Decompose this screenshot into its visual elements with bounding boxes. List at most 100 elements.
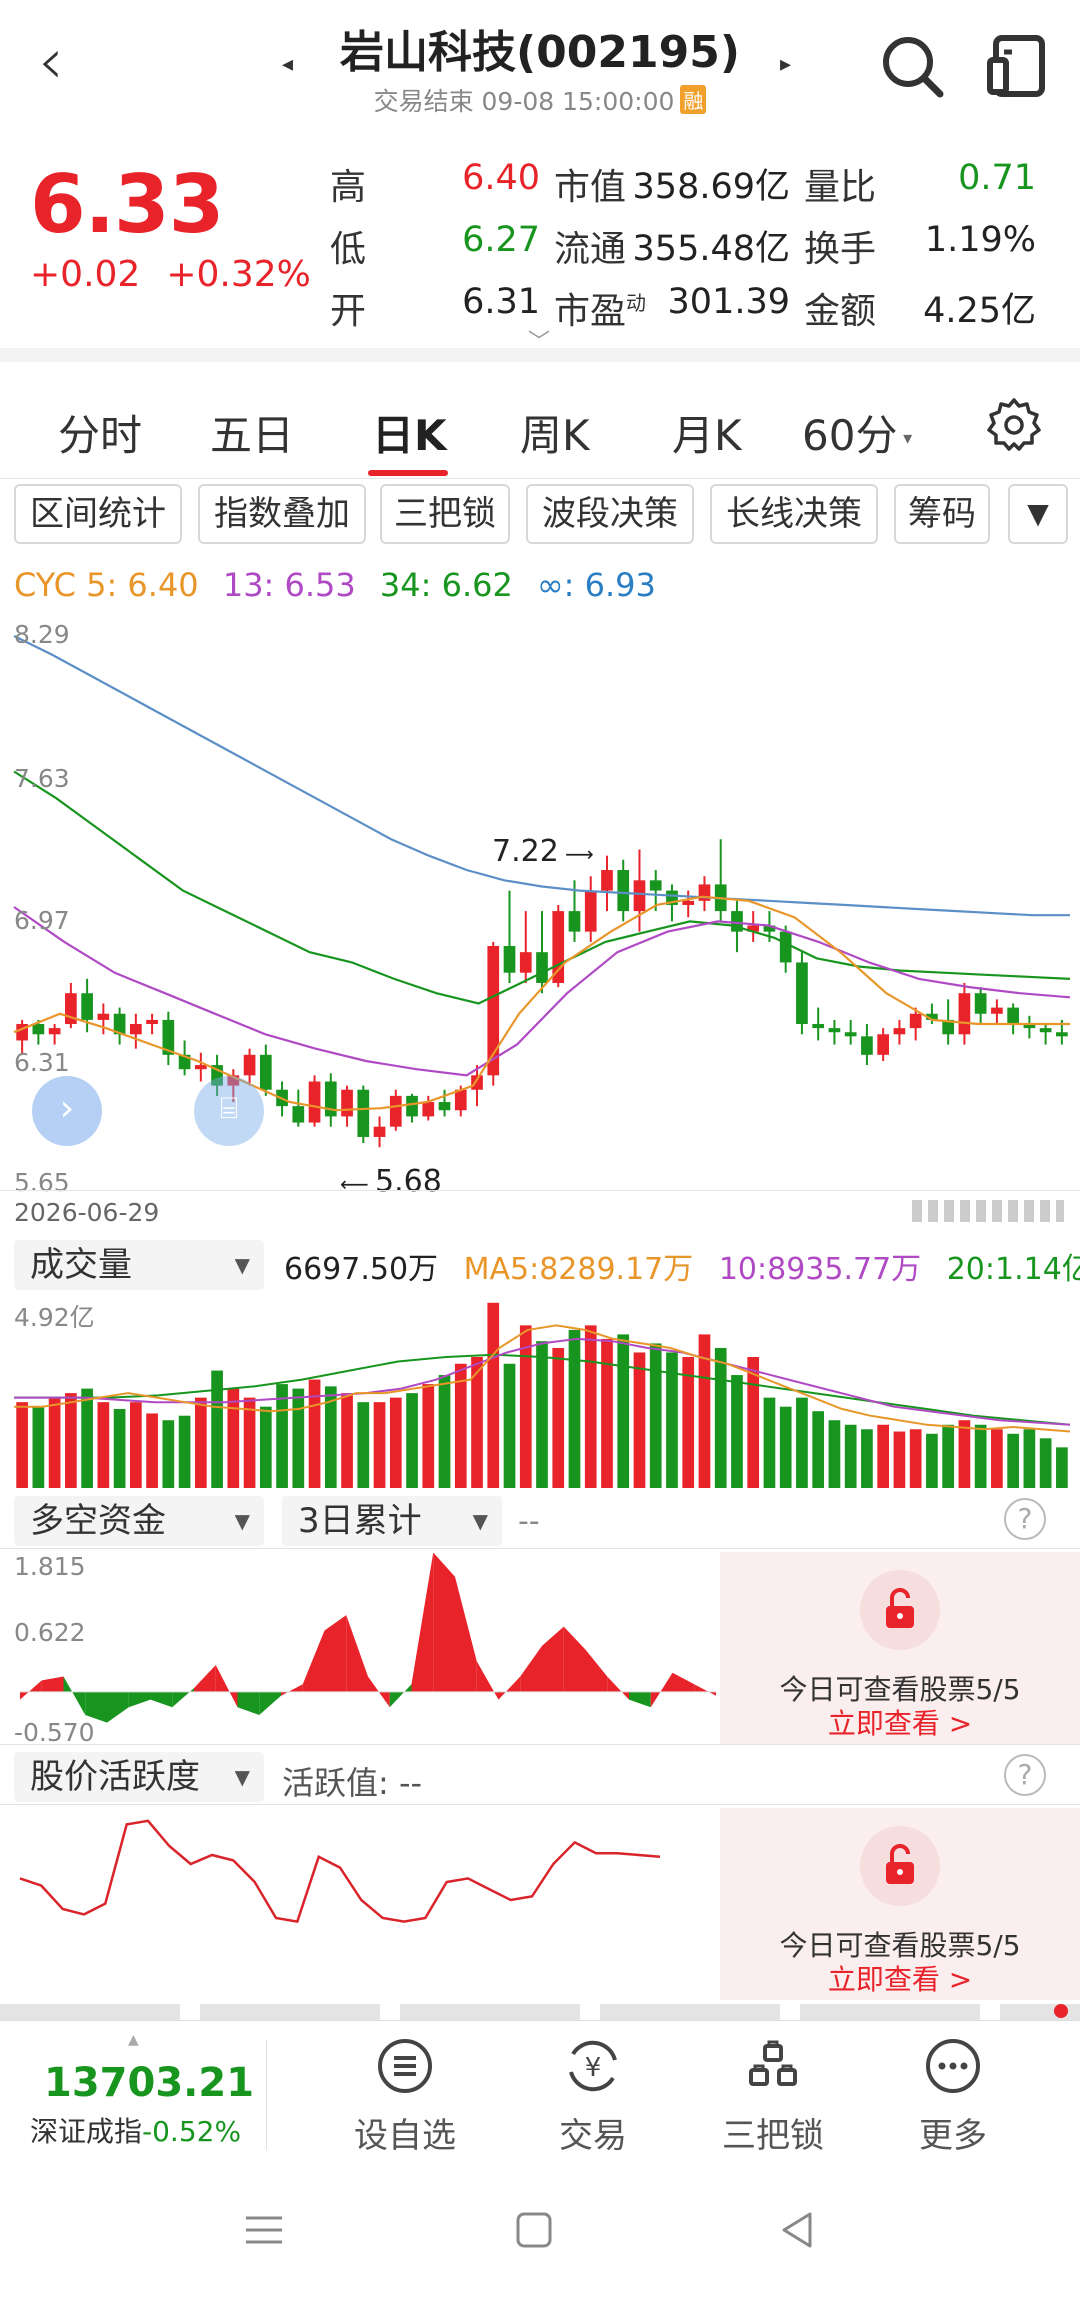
bullbear-area: [194, 1665, 216, 1692]
volume-bar: [48, 1397, 61, 1488]
cyc-indicator: CYC 5: 6.40 13: 6.53 34: 6.62 ∞: 6.93: [14, 566, 670, 604]
volume-bar: [81, 1388, 93, 1488]
tab-daily-k[interactable]: 日K: [372, 402, 447, 463]
volume-chart[interactable]: [0, 1292, 1080, 1492]
index-change: -0.52%: [142, 2115, 242, 2148]
bullbear-area: [215, 1665, 238, 1708]
help-icon[interactable]: ?: [1004, 1498, 1046, 1540]
volume-bar: [97, 1402, 110, 1488]
candle-body: [552, 911, 565, 983]
indicator-selector-bullbear[interactable]: 多空资金 ▼: [14, 1496, 264, 1546]
bullbear-area: [259, 1691, 281, 1715]
volume-bar: [958, 1420, 971, 1488]
gear-icon[interactable]: [984, 394, 1044, 454]
bullbear-area: [476, 1661, 499, 1700]
bullbear-area: [672, 1672, 695, 1692]
tool-three-locks[interactable]: 三把锁: [380, 484, 510, 544]
prev-stock-arrow-icon[interactable]: ◂: [282, 52, 293, 77]
tab-five-day[interactable]: 五日: [210, 402, 294, 463]
candle-body: [974, 993, 987, 1014]
indicator-selector-activity[interactable]: 股价活跃度 ▼: [14, 1752, 264, 1802]
low-marker: ⟵ 5.68: [340, 1164, 442, 1199]
volume-bar: [552, 1347, 565, 1488]
period-selector-label: 3日累计: [298, 1501, 422, 1541]
view-now-link[interactable]: 立即查看 >: [720, 1958, 1080, 1998]
candle-body: [48, 1028, 61, 1035]
volume-bar: [243, 1397, 256, 1488]
low-label: 低: [330, 229, 367, 270]
candle-body: [601, 870, 613, 891]
nav-trade[interactable]: ¥ 交易: [528, 2036, 658, 2157]
next-stock-arrow-icon[interactable]: ▸: [780, 52, 791, 77]
menu-icon[interactable]: [242, 2208, 286, 2252]
volume-bar: [1056, 1447, 1068, 1488]
kline-chart[interactable]: [0, 618, 1080, 1188]
tab-intraday[interactable]: 分时: [58, 402, 142, 463]
candle-body: [861, 1036, 873, 1055]
switch-window-icon[interactable]: [982, 32, 1052, 102]
tool-long-decision[interactable]: 长线决策: [710, 484, 878, 544]
tab-weekly-k[interactable]: 周K: [520, 402, 590, 463]
nav-more[interactable]: 更多: [888, 2036, 1018, 2157]
amount-label: 金额: [804, 291, 877, 332]
tab-monthly-k[interactable]: 月K: [672, 402, 742, 463]
volume-bar: [422, 1384, 435, 1488]
back-arrow-icon[interactable]: ‹: [38, 30, 98, 100]
volume-bar: [812, 1411, 825, 1488]
volume-bar: [65, 1393, 77, 1488]
help-icon[interactable]: ?: [1004, 1754, 1046, 1796]
scroll-indicator[interactable]: [912, 1200, 1064, 1222]
volume-selector-label: 成交量: [30, 1245, 132, 1285]
list-circle-icon: [378, 2039, 432, 2093]
tool-index-overlay[interactable]: 指数叠加: [198, 484, 366, 544]
trade-status: 交易结束 09-08 15:00:00 融: [300, 82, 780, 118]
stock-title: 岩山科技(002195): [340, 27, 740, 78]
lock-icon: [886, 1588, 914, 1628]
volume-bar: [129, 1402, 142, 1488]
tool-interval-stats[interactable]: 区间统计: [14, 484, 182, 544]
low-value: 6.27: [462, 220, 540, 260]
bullbear-area: [520, 1645, 542, 1692]
divider: [0, 1190, 1080, 1191]
index-value[interactable]: 13703.21: [44, 2060, 254, 2106]
scroll-right-button[interactable]: ›: [32, 1076, 102, 1146]
candle-body: [633, 880, 646, 912]
bullbear-area: [389, 1684, 412, 1708]
candle-body: [1007, 1007, 1019, 1025]
volume-bar: [926, 1433, 938, 1488]
candle-body: [422, 1102, 435, 1117]
bullbear-selector-label: 多空资金: [30, 1501, 166, 1541]
nav-three-locks[interactable]: 三把锁: [708, 2036, 838, 2157]
bullbear-area: [455, 1576, 477, 1692]
y-axis-label: 6.31: [14, 1048, 70, 1077]
back-triangle-icon[interactable]: [776, 2208, 820, 2252]
home-icon[interactable]: [512, 2208, 556, 2252]
candle-body: [357, 1089, 370, 1137]
nav-label: 更多: [919, 2116, 987, 2156]
tool-band-decision[interactable]: 波段决策: [526, 484, 694, 544]
divider: [0, 348, 1080, 362]
bullbear-area: [498, 1676, 521, 1700]
caret-down-icon: ▾: [897, 428, 913, 449]
volume-bar: [861, 1429, 873, 1488]
nav-label: 设自选: [354, 2116, 456, 2156]
tab-60min[interactable]: 60分 ▾: [802, 402, 912, 463]
view-now-link[interactable]: 立即查看 >: [720, 1702, 1080, 1742]
activity-selector-label: 股价活跃度: [30, 1757, 200, 1797]
search-icon[interactable]: [878, 32, 948, 102]
index-name[interactable]: 深证成指-0.52%: [30, 2110, 241, 2150]
bullbear-y-label: 0.622: [14, 1618, 86, 1647]
crosshair-toggle-icon[interactable]: ⌸: [194, 1076, 264, 1146]
candle-body: [893, 1028, 906, 1035]
candle-body: [649, 880, 662, 891]
tool-chips[interactable]: 筹码: [894, 484, 990, 544]
indicator-selector-volume[interactable]: 成交量 ▼: [14, 1240, 264, 1290]
period-selector-3day[interactable]: 3日累计 ▼: [282, 1496, 502, 1546]
volume-bar: [113, 1408, 126, 1488]
bullbear-area: [107, 1691, 129, 1723]
volume-bar: [601, 1338, 613, 1488]
bullbear-area: [411, 1552, 434, 1692]
expand-tools-icon[interactable]: ▼: [1008, 484, 1068, 544]
nav-add-watchlist[interactable]: 设自选: [340, 2036, 470, 2157]
candle-body: [991, 1007, 1003, 1014]
